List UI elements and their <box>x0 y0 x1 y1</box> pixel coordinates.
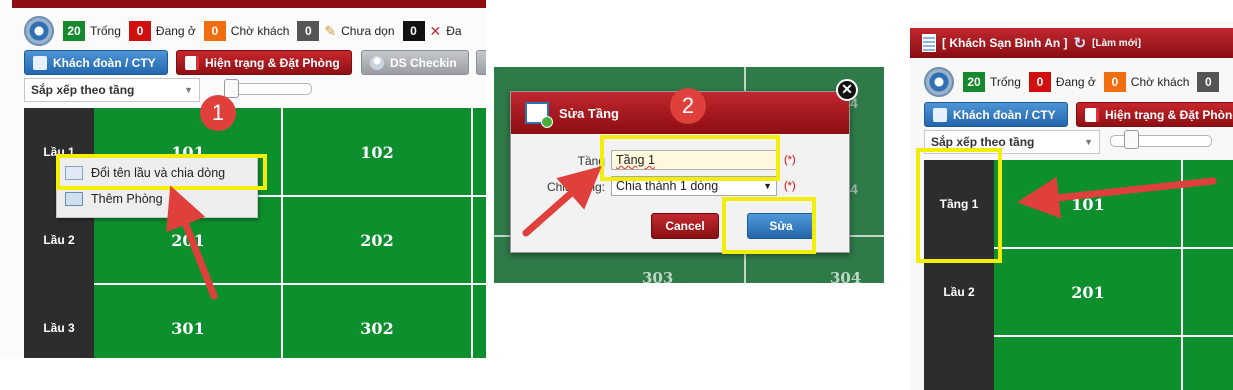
hotel-icon <box>922 34 936 52</box>
grid-divider <box>471 108 473 358</box>
tools-icon: ✕ <box>429 22 442 39</box>
label-occupied: Đang ở <box>1055 75 1096 89</box>
add-room-icon <box>65 192 83 206</box>
split-rows-value: Chia thành 1 dòng <box>616 179 719 193</box>
status-booking-button[interactable]: Hiện trạng & Đặt Phòng <box>1076 102 1233 127</box>
room-cell[interactable]: 301 <box>94 284 282 358</box>
grid-divider <box>994 247 1233 249</box>
group-guest-label: Khách đoàn / CTY <box>53 55 156 70</box>
step-badge: 2 <box>670 88 706 124</box>
count-dirty: 0 <box>297 21 320 41</box>
zoom-slider-handle[interactable] <box>1124 130 1139 149</box>
highlight-floor-input <box>600 135 780 181</box>
top-header-bar <box>12 0 486 8</box>
label-waiting: Chờ khách <box>230 24 290 38</box>
group-guest-button[interactable]: Khách đoàn / CTY <box>924 102 1068 127</box>
count-occupied: 0 <box>128 21 151 41</box>
label-waiting: Chờ khách <box>1130 75 1190 89</box>
room-cell-cut[interactable] <box>1182 160 1233 390</box>
label-empty: Trống <box>90 24 121 38</box>
grid-divider <box>994 335 1233 337</box>
status-counters: 20 Trống 0 Đang ở 0 Chờ khách 0 ✎ Chưa d… <box>24 16 465 46</box>
count-empty: 20 <box>963 72 985 92</box>
grid-divider <box>1181 160 1183 390</box>
status-booking-label: Hiện trạng & Đặt Phòng <box>1105 107 1233 122</box>
group-icon <box>33 55 47 70</box>
step-badge: 1 <box>200 95 236 131</box>
chevron-down-icon: ▼ <box>1084 137 1093 147</box>
checkin-list-button[interactable]: DS Checkin <box>361 50 469 75</box>
count-empty: 20 <box>63 21 85 41</box>
required-marker: (*) <box>784 180 796 192</box>
panel-result: [ Khách Sạn Bình An ] ↻ [Làm mới] 20 Trố… <box>910 22 1233 390</box>
split-rows-label: Chia dòng: <box>546 180 605 194</box>
group-guest-label: Khách đoàn / CTY <box>953 107 1056 122</box>
count-waiting: 0 <box>203 21 226 41</box>
label-dirty: Chưa dọn <box>341 24 395 38</box>
group-icon <box>933 107 947 122</box>
room-cell-faded: 4 <box>850 181 858 197</box>
highlight-renamed-floor <box>916 148 1002 263</box>
highlight-rename-menu <box>56 154 267 190</box>
settings-gear-icon[interactable] <box>24 16 54 46</box>
group-guest-button[interactable]: Khách đoàn / CTY <box>24 50 168 75</box>
room-cell-faded: 303 <box>642 269 674 283</box>
refresh-icon[interactable]: ↻ <box>1074 34 1087 52</box>
toolbar-button-cut[interactable] <box>476 50 486 75</box>
count-repair: 0 <box>402 21 425 41</box>
floor-label[interactable]: Lầu 3 <box>24 284 94 358</box>
status-counters: 20 Trống 0 Đang ở 0 Chờ khách 0 <box>924 67 1220 97</box>
room-cell[interactable]: 101 <box>994 160 1182 248</box>
checkin-list-label: DS Checkin <box>390 55 457 70</box>
highlight-submit-button <box>722 197 816 254</box>
document-icon <box>1085 107 1099 122</box>
status-booking-label: Hiện trạng & Đặt Phòng <box>205 55 340 70</box>
room-cell-cut[interactable] <box>472 108 486 358</box>
close-icon[interactable]: ✕ <box>836 79 858 101</box>
dialog-title: Sửa Tầng <box>559 105 619 121</box>
edit-window-icon <box>525 102 553 128</box>
menu-item-add-room-label: Thêm Phòng <box>91 192 163 206</box>
room-cell-faded: 304 <box>830 269 862 283</box>
settings-gear-icon[interactable] <box>924 67 954 97</box>
panel-step-2: 303 304 4 4 Sửa Tầng Tầng Tầng 1 (*) Chi… <box>494 67 884 283</box>
count-dirty: 0 <box>1197 72 1220 92</box>
reload-link[interactable]: [Làm mới] <box>1092 38 1141 49</box>
sort-select-value: Sắp xếp theo tầng <box>31 83 135 97</box>
room-cell-cut[interactable] <box>994 336 1182 390</box>
room-cell[interactable]: 302 <box>282 284 472 358</box>
label-empty: Trống <box>990 75 1021 89</box>
hotel-header: [ Khách Sạn Bình An ] ↻ [Làm mới] <box>910 28 1233 58</box>
hotel-name: [ Khách Sạn Bình An ] <box>942 36 1068 50</box>
document-icon <box>185 55 199 70</box>
grid-divider <box>94 283 486 285</box>
room-cell[interactable]: 202 <box>282 196 472 284</box>
room-cell[interactable]: 201 <box>994 248 1182 336</box>
broom-icon: ✎ <box>324 22 337 39</box>
label-occupied: Đang ở <box>155 24 196 38</box>
grid-divider <box>281 108 283 358</box>
floor-name-label: Tầng <box>577 154 605 168</box>
sort-select[interactable]: Sắp xếp theo tầng ▼ <box>24 78 200 102</box>
chevron-down-icon: ▼ <box>184 85 193 95</box>
zoom-slider-handle[interactable] <box>224 79 239 98</box>
status-booking-button[interactable]: Hiện trạng & Đặt Phòng <box>176 50 352 75</box>
required-marker: (*) <box>784 154 796 166</box>
floor-label-cut[interactable] <box>924 336 994 390</box>
cancel-button[interactable]: Cancel <box>651 213 719 239</box>
count-occupied: 0 <box>1028 72 1051 92</box>
panel-step-1: 20 Trống 0 Đang ở 0 Chờ khách 0 ✎ Chưa d… <box>0 0 486 358</box>
label-repair: Đa <box>446 24 462 38</box>
count-waiting: 0 <box>1103 72 1126 92</box>
sort-select-value: Sắp xếp theo tầng <box>931 135 1035 149</box>
person-icon <box>370 55 384 70</box>
room-cell[interactable]: 102 <box>282 108 472 196</box>
